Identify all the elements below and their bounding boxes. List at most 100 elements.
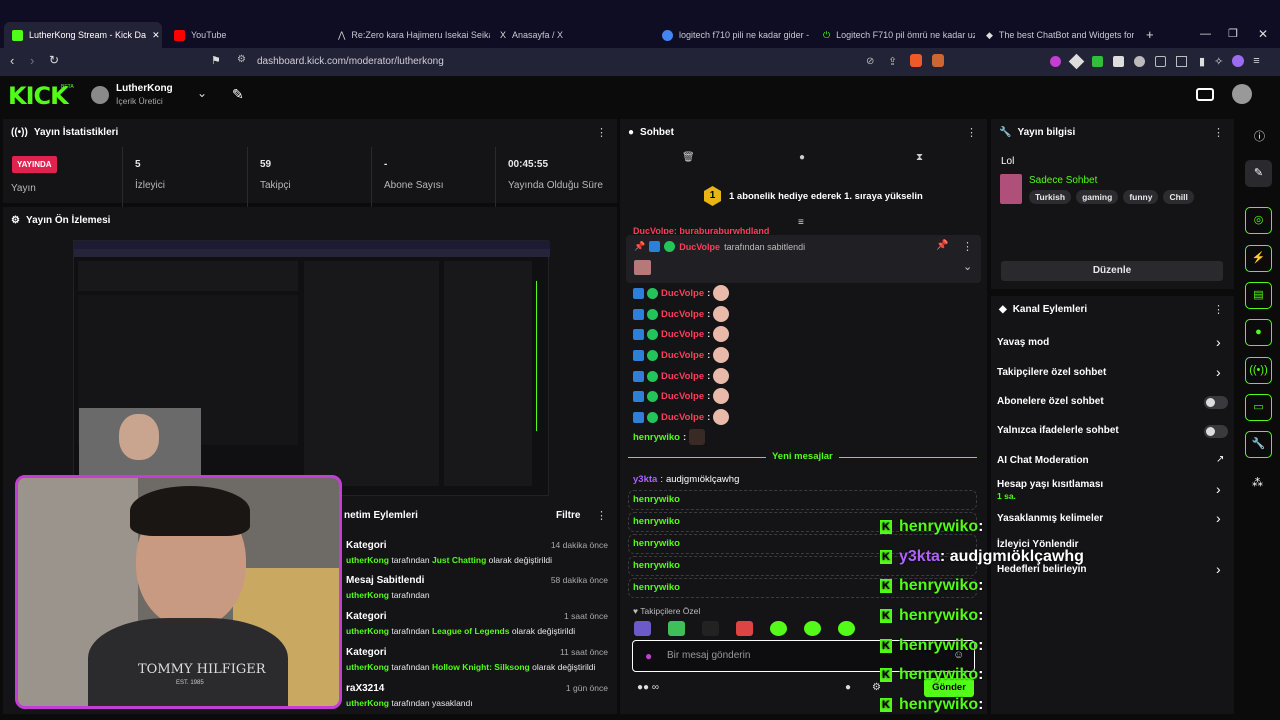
chat-message[interactable]: y3kta: audjgmıöklçawhg [633, 470, 739, 488]
action-banned-words[interactable]: Yasaklanmış kelimeler [997, 513, 1103, 524]
user-avatar[interactable] [1232, 84, 1252, 104]
tag[interactable]: Turkish [1029, 190, 1072, 204]
extension-icon[interactable] [1113, 56, 1124, 67]
hourglass-icon[interactable]: ⧗ [916, 152, 923, 163]
chat-username[interactable]: DucVolpe [661, 391, 704, 402]
tab-chatbot[interactable]: ◆ The best ChatBot and Widgets for K [978, 22, 1134, 48]
layout-icon[interactable]: ▭ [1245, 394, 1272, 421]
add-widget-icon[interactable]: ⁂ [1252, 476, 1263, 489]
chat-message[interactable]: DucVolpe: [633, 408, 730, 426]
microphone-icon[interactable]: ● [645, 649, 652, 663]
tab-x[interactable]: X Anasayfa / X [492, 22, 652, 48]
brave-shield-icon[interactable] [910, 54, 922, 67]
tab-google[interactable]: logitech f710 pili ne kadar gider - Go [654, 22, 812, 48]
minimize-icon[interactable]: — [1200, 28, 1211, 40]
window-close-icon[interactable]: ✕ [1258, 27, 1268, 41]
chat-username[interactable]: henrywiko [633, 516, 680, 527]
hide-icon[interactable]: ⊘ [866, 56, 874, 67]
info-icon[interactable]: ⓘ [1254, 128, 1265, 144]
chat-message[interactable]: henrywiko: [633, 428, 706, 446]
action-slow-mode[interactable]: Yavaş mod [997, 337, 1049, 348]
chevron-right-icon[interactable]: › [1216, 561, 1221, 577]
extension-icon[interactable] [1068, 53, 1085, 70]
emote-icon[interactable] [736, 621, 753, 636]
extension-icon[interactable] [1050, 56, 1061, 67]
emote-icon[interactable] [702, 621, 719, 636]
more-options-icon[interactable]: ⋮ [596, 126, 607, 139]
tab-kick-dashboard[interactable]: LutherKong Stream - Kick Da ✕ [4, 22, 162, 48]
extension-icon[interactable] [1092, 56, 1103, 67]
window-icon[interactable] [1176, 56, 1187, 67]
category-link[interactable]: Sadece Sohbet [1029, 175, 1097, 186]
points-icon[interactable]: ●● ∞ [637, 682, 659, 693]
new-tab-icon[interactable]: + [1146, 27, 1154, 42]
chat-message[interactable]: DucVolpe: [633, 284, 730, 302]
broadcast-icon[interactable]: ((•)) [1245, 357, 1272, 384]
more-options-icon[interactable]: ⋮ [962, 240, 973, 253]
profile-icon[interactable] [1232, 55, 1245, 67]
emote-icon[interactable] [838, 621, 855, 636]
extensions-puzzle-icon[interactable] [1155, 56, 1166, 67]
tag[interactable]: funny [1123, 190, 1159, 204]
chevron-right-icon[interactable]: › [1216, 481, 1221, 497]
chat-username[interactable]: DucVolpe [661, 371, 704, 382]
chat-message[interactable]: DucVolpe: [633, 387, 730, 405]
external-link-icon[interactable]: ↗ [1216, 454, 1224, 465]
subscribers-only-toggle[interactable] [1204, 396, 1228, 409]
chat-username[interactable]: henrywiko [633, 582, 680, 593]
more-options-icon[interactable]: ⋮ [966, 126, 977, 139]
extension-icon[interactable] [1134, 56, 1145, 67]
tab-youtube[interactable]: YouTube [166, 22, 326, 48]
chat-username[interactable]: DucVolpe [661, 350, 704, 361]
edit-layout-icon[interactable]: ✎ [1245, 160, 1272, 187]
rewards-icon[interactable] [932, 54, 944, 67]
menu-icon[interactable]: ≡ [798, 217, 804, 228]
emotes-only-toggle[interactable] [1204, 425, 1228, 438]
back-icon[interactable]: ‹ [10, 53, 14, 68]
emote-icon[interactable] [634, 621, 651, 636]
chat-username[interactable]: y3kta [633, 474, 657, 485]
tab-rezero[interactable]: ⋀ Re:Zero kara Hajimeru Isekai Seikatsu [330, 22, 490, 48]
trash-icon[interactable]: 🗑 [682, 152, 695, 163]
chat-username[interactable]: DucVolpe [661, 329, 704, 340]
chevron-right-icon[interactable]: › [1216, 510, 1221, 526]
chat-message[interactable]: DucVolpe: [633, 325, 730, 343]
stream-preview-icon[interactable]: ◎ [1245, 207, 1272, 234]
chat-message-pending[interactable]: henrywiko [628, 490, 977, 510]
chevron-down-icon[interactable]: ⌄ [197, 86, 207, 100]
bookmark-icon[interactable]: ⚑ [211, 54, 221, 67]
menu-icon[interactable]: ≡ [1253, 55, 1259, 68]
chat-message[interactable]: DucVolpe: [633, 367, 730, 385]
restore-icon[interactable]: ❐ [1228, 27, 1238, 40]
leo-ai-icon[interactable]: ✧ [1214, 55, 1223, 68]
kick-logo[interactable]: KICK [8, 82, 69, 110]
chat-username[interactable]: DucVolpe [661, 288, 704, 299]
action-followers-only[interactable]: Takipçilere özel sohbet [997, 367, 1106, 378]
chat-bubble-icon[interactable]: ● [845, 682, 851, 693]
tag[interactable]: gaming [1076, 190, 1119, 204]
share-icon[interactable]: ⇪ [888, 55, 897, 68]
chat-icon[interactable]: ● [1245, 319, 1272, 346]
chat-username[interactable]: henrywiko [633, 560, 680, 571]
chat-username[interactable]: henrywiko [633, 494, 680, 505]
gift-banner[interactable]: 1 abonelik hediye ederek 1. sıraya yükse… [729, 191, 923, 202]
lightning-icon[interactable]: ⚡ [1245, 245, 1272, 272]
action-account-age[interactable]: Hesap yaşı kısıtlaması [997, 479, 1103, 490]
document-icon[interactable]: ▤ [1245, 282, 1272, 309]
emote-icon[interactable] [804, 621, 821, 636]
chat-message[interactable]: DucVolpe: [633, 305, 730, 323]
wrench-icon[interactable]: 🔧 [1245, 431, 1272, 458]
forward-icon[interactable]: › [30, 53, 34, 68]
chevron-right-icon[interactable]: › [1216, 334, 1221, 350]
chevron-right-icon[interactable]: › [1216, 364, 1221, 380]
more-options-icon[interactable]: ⋮ [1213, 303, 1224, 316]
mod-view-icon[interactable] [1196, 88, 1214, 101]
chat-username[interactable]: DucVolpe [661, 412, 704, 423]
avatar[interactable] [91, 86, 109, 104]
tab-logitech[interactable]: ⏻ Logitech F710 pil ömrü ne kadar uzu [815, 22, 975, 48]
close-icon[interactable]: ✕ [152, 30, 160, 41]
pinned-message[interactable]: 📌 DucVolpe tarafından sabitlendi 📌 ⋮ ⌄ [626, 235, 981, 283]
tag[interactable]: Chill [1163, 190, 1194, 204]
more-options-icon[interactable]: ⋮ [1213, 126, 1224, 139]
pin-toggle-icon[interactable]: 📌 [936, 240, 948, 251]
